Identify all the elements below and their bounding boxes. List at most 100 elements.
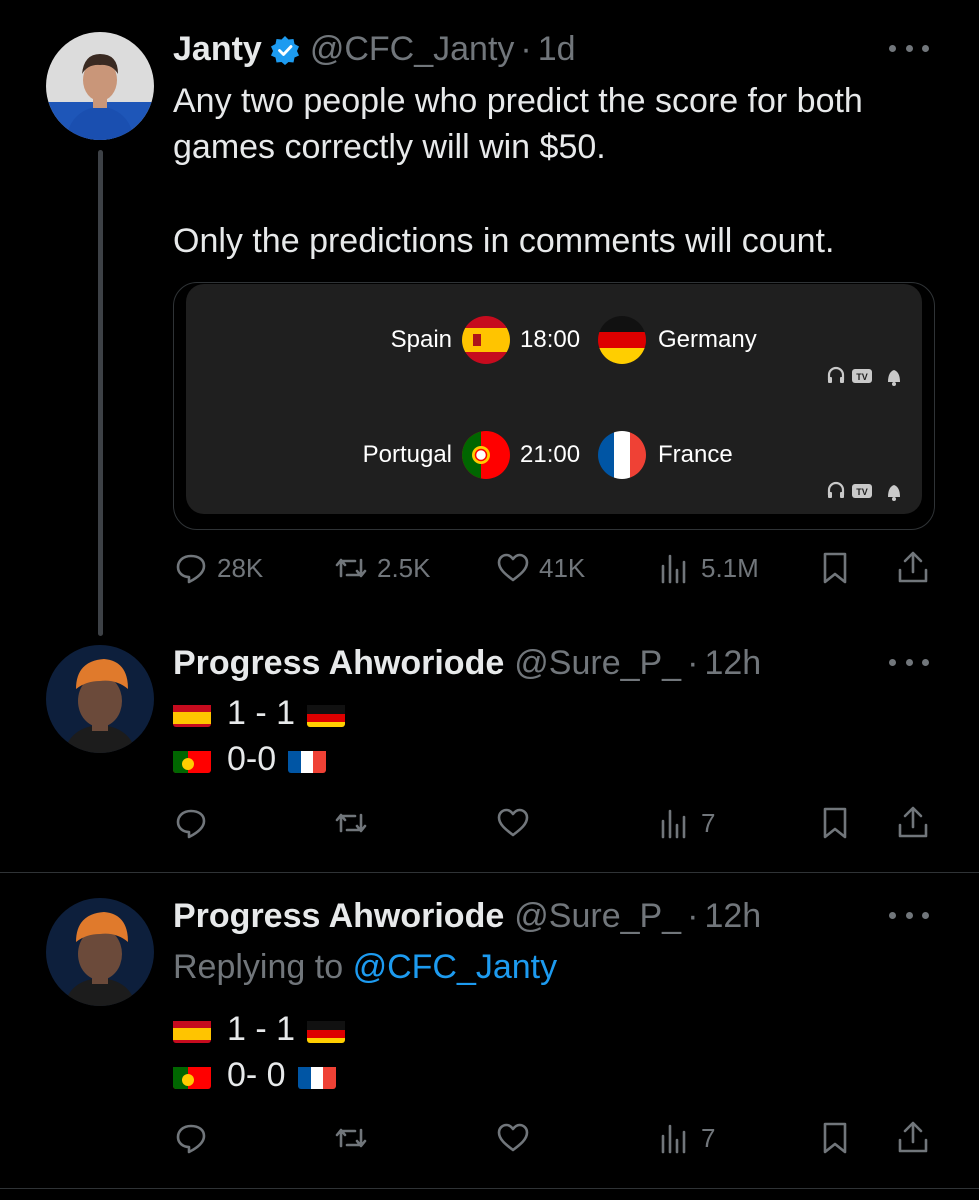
home-team: Portugal xyxy=(362,441,452,468)
spain-flag-icon xyxy=(173,701,211,727)
replying-to: Replying to @CFC_Janty xyxy=(173,948,557,987)
prediction-score: 0-0 xyxy=(227,740,277,778)
match-row[interactable]: Spain 18:00 Germany xyxy=(186,310,922,370)
retweet-icon xyxy=(335,1128,367,1148)
bookmark-button[interactable] xyxy=(817,550,853,586)
author-handle[interactable]: @Sure_P_ xyxy=(514,897,681,936)
bookmark-button[interactable] xyxy=(817,1120,853,1156)
tweet-header: Progress Ahworiode @Sure_P_ · 12h xyxy=(173,897,761,936)
retweet-button[interactable] xyxy=(333,805,369,841)
share-icon xyxy=(898,551,928,583)
author-name[interactable]: Progress Ahworiode xyxy=(173,644,504,683)
avatar[interactable] xyxy=(46,898,154,1006)
kickoff-time: 21:00 xyxy=(520,441,581,468)
france-flag-icon xyxy=(288,747,327,773)
portugal-flag-icon xyxy=(173,1063,211,1089)
verified-badge-icon xyxy=(270,35,300,65)
prediction-line: 1 - 1 xyxy=(173,694,346,733)
prediction-line: 1 - 1 xyxy=(173,1010,346,1049)
views-button[interactable]: 7 xyxy=(657,805,715,841)
view-count: 7 xyxy=(701,807,716,838)
like-button[interactable]: 41K xyxy=(495,550,585,586)
timestamp[interactable]: 12h xyxy=(704,644,761,683)
svg-text:TV: TV xyxy=(856,372,868,382)
share-icon xyxy=(898,1121,928,1153)
reply-count: 28K xyxy=(217,552,264,583)
germany-flag-icon xyxy=(307,1017,346,1043)
divider xyxy=(0,872,979,873)
like-button[interactable] xyxy=(495,1120,531,1156)
match-actions: TV xyxy=(826,364,906,388)
avatar[interactable] xyxy=(46,645,154,753)
heart-icon xyxy=(497,1123,529,1152)
heart-icon xyxy=(497,808,529,837)
view-count: 7 xyxy=(701,1122,716,1153)
tweet-actions: 7 xyxy=(173,1120,933,1160)
tweet-text-line: Any two people who predict the score for… xyxy=(173,82,863,120)
retweet-count: 2.5K xyxy=(377,552,431,583)
share-button[interactable] xyxy=(895,1120,931,1156)
views-icon xyxy=(661,554,686,584)
portugal-flag-icon xyxy=(173,747,211,773)
views-icon xyxy=(661,809,686,839)
reply-icon xyxy=(176,554,206,584)
home-team: Spain xyxy=(390,326,452,353)
author-name[interactable]: Janty xyxy=(173,30,262,69)
away-team: France xyxy=(658,441,733,468)
thread-line xyxy=(98,150,103,636)
more-options-icon[interactable] xyxy=(889,909,929,921)
more-options-icon[interactable] xyxy=(889,42,929,54)
retweet-icon xyxy=(335,813,367,833)
replying-prefix: Replying to xyxy=(173,948,344,986)
reply-button[interactable] xyxy=(173,805,209,841)
views-button[interactable]: 7 xyxy=(657,1120,715,1156)
timestamp[interactable]: 12h xyxy=(704,897,761,936)
heart-icon xyxy=(497,553,529,582)
germany-flag-icon xyxy=(598,316,646,364)
author-handle[interactable]: @Sure_P_ xyxy=(514,644,681,683)
reply-icon xyxy=(176,809,206,839)
spain-flag-icon xyxy=(462,316,510,364)
share-button[interactable] xyxy=(895,550,931,586)
share-icon xyxy=(898,806,928,838)
retweet-icon xyxy=(335,558,367,578)
kickoff-time: 18:00 xyxy=(520,326,581,353)
separator-dot: · xyxy=(687,897,699,935)
match-card[interactable]: Spain 18:00 Germany TV Portugal 21:00 Fr… xyxy=(173,282,935,530)
separator-dot: · xyxy=(520,30,532,68)
divider xyxy=(0,1188,979,1189)
france-flag-icon xyxy=(598,431,646,479)
bookmark-icon xyxy=(823,1122,847,1154)
tweet-text-line: games correctly will win $50. xyxy=(173,128,606,166)
svg-text:TV: TV xyxy=(856,487,868,497)
reply-button[interactable] xyxy=(173,1120,209,1156)
views-icon xyxy=(661,1124,686,1154)
bookmark-button[interactable] xyxy=(817,805,853,841)
more-options-icon[interactable] xyxy=(889,656,929,668)
prediction-score: 1 - 1 xyxy=(227,1010,296,1048)
retweet-button[interactable] xyxy=(333,1120,369,1156)
avatar[interactable] xyxy=(46,32,154,140)
away-team: Germany xyxy=(658,326,757,353)
match-actions: TV xyxy=(826,479,906,503)
replying-handle-link[interactable]: @CFC_Janty xyxy=(353,948,558,986)
prediction-score: 0- 0 xyxy=(227,1056,286,1094)
timestamp[interactable]: 1d xyxy=(538,30,576,69)
author-handle[interactable]: @CFC_Janty xyxy=(310,30,515,69)
like-button[interactable] xyxy=(495,805,531,841)
prediction-score: 1 - 1 xyxy=(227,694,296,732)
views-button[interactable]: 5.1M xyxy=(657,550,759,586)
like-count: 41K xyxy=(539,552,586,583)
reply-icon xyxy=(176,1124,206,1154)
match-row[interactable]: Portugal 21:00 France xyxy=(186,425,922,485)
spain-flag-icon xyxy=(173,1017,211,1043)
tweet-actions: 7 xyxy=(173,805,933,845)
tweet-actions: 28K 2.5K 41K 5.1M xyxy=(173,550,933,590)
share-button[interactable] xyxy=(895,805,931,841)
portugal-flag-icon xyxy=(462,431,510,479)
author-name[interactable]: Progress Ahworiode xyxy=(173,897,504,936)
reply-button[interactable]: 28K xyxy=(173,550,263,586)
retweet-button[interactable]: 2.5K xyxy=(333,550,431,586)
bookmark-icon xyxy=(823,807,847,839)
tweet-header: Janty @CFC_Janty · 1d xyxy=(173,30,576,69)
